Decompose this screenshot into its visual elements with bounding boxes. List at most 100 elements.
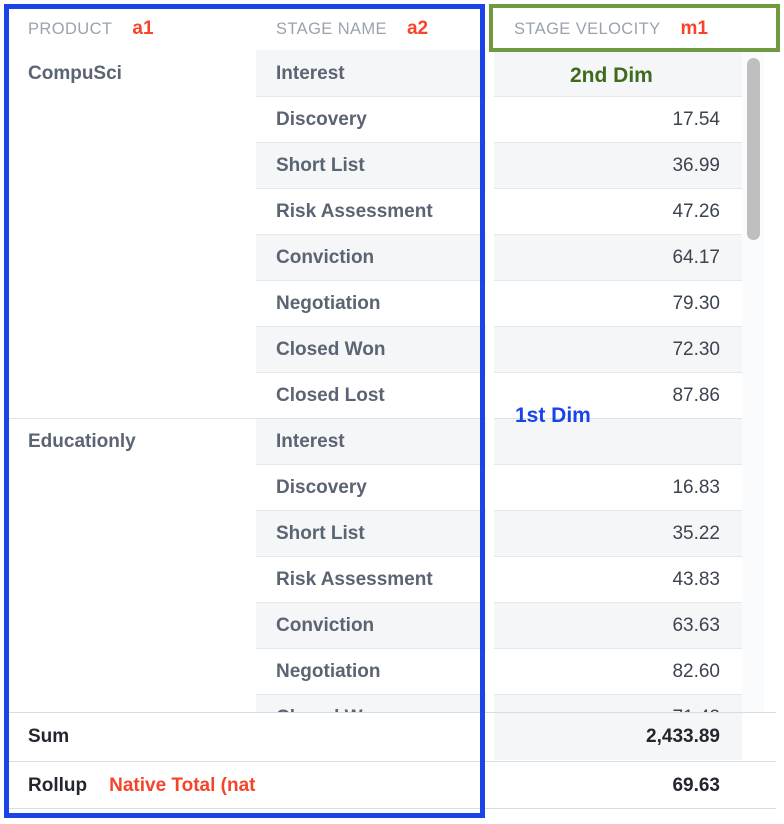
table-body-scroll-area[interactable]: CompuSci Interest Discovery 17.54 Short List… [8,50,776,712]
cell-stage-velocity: 79.30 [494,280,742,326]
cell-stage-name: Conviction [256,602,486,648]
table-row[interactable]: Discovery 17.54 [8,96,776,142]
cell-stage-name: Short List [256,142,486,188]
footer-gutter-sum [486,713,494,760]
cell-product [8,326,256,372]
cell-product [8,510,256,556]
table-row[interactable]: CompuSci Interest [8,50,776,96]
row-gutter [486,510,494,556]
footer-rollup-value: 69.63 [494,762,742,809]
footer-row-rollup: Rollup Native Total (nat) 69.63 [8,761,776,810]
column-header-product-label: PRODUCT [28,19,113,38]
cell-stage-velocity: 47.26 [494,188,742,234]
footer-gutter-rollup [486,762,494,809]
row-gutter [486,280,494,326]
row-gutter [486,142,494,188]
column-header-stage-name-label: STAGE NAME [276,19,387,38]
column-header-stage-name[interactable]: STAGE NAME a2 [256,8,486,50]
footer-bottom-divider [8,808,776,809]
column-gutter [486,8,494,50]
cell-stage-name: Discovery [256,96,486,142]
cell-stage-name: Short List [256,510,486,556]
row-gutter [486,234,494,280]
cell-stage-velocity: 36.99 [494,142,742,188]
table-header-row: PRODUCT a1 STAGE NAME a2 STAGE VELOCITY … [8,8,776,50]
annotation-tag-m1: m1 [680,18,708,39]
cell-product [8,556,256,602]
cell-stage-name: Interest [256,50,486,96]
cell-stage-name: Conviction [256,234,486,280]
cell-product: Educationly [8,418,256,464]
cell-stage-name: Closed Lost [256,372,486,418]
footer-sum-label: Sum [8,713,256,760]
table-row[interactable]: Short List 35.22 [8,510,776,556]
cell-stage-name: Risk Assessment [256,556,486,602]
cell-stage-velocity: 16.83 [494,464,742,510]
cell-stage-velocity: 71.42 [494,694,742,712]
row-gutter [486,50,494,96]
table-row[interactable]: Discovery 16.83 [8,464,776,510]
row-gutter [486,326,494,372]
product-name: Educationly [28,430,136,452]
cell-stage-name: Discovery [256,464,486,510]
table-row[interactable]: Closed Won 72.30 [8,326,776,372]
cell-stage-velocity: 17.54 [494,96,742,142]
row-gutter [486,372,494,418]
cell-stage-velocity: 63.63 [494,602,742,648]
cell-product [8,142,256,188]
cell-product [8,280,256,326]
row-gutter [486,556,494,602]
cell-stage-velocity: 43.83 [494,556,742,602]
column-header-product[interactable]: PRODUCT a1 [8,8,256,50]
table-row[interactable]: Closed Lost 87.86 [8,372,776,418]
cell-stage-name: Negotiation [256,648,486,694]
footer-rollup-label: Rollup [28,774,88,796]
cell-product [8,234,256,280]
cell-stage-name: Interest [256,418,486,464]
cell-product [8,188,256,234]
cell-stage-velocity: 82.60 [494,648,742,694]
cell-product [8,96,256,142]
cell-stage-velocity: 35.22 [494,510,742,556]
table-footer: Sum 2,433.89 Rollup Native Total (nat) 6… [8,712,776,810]
column-header-stage-velocity[interactable]: STAGE VELOCITY m1 [494,8,742,50]
table-row[interactable]: Risk Assessment 47.26 [8,188,776,234]
table-rows-container: CompuSci Interest Discovery 17.54 Short List… [8,50,776,712]
cell-product [8,602,256,648]
row-gutter [486,96,494,142]
product-name: CompuSci [28,62,122,84]
cell-stage-velocity: 64.17 [494,234,742,280]
table-row[interactable]: Risk Assessment 43.83 [8,556,776,602]
cell-product: CompuSci [8,50,256,96]
annotation-tag-a1: a1 [132,18,154,39]
footer-rollup-spacer [256,762,486,809]
annotation-label-first-dim: 1st Dim [515,404,591,427]
table-row[interactable]: Negotiation 79.30 [8,280,776,326]
cell-stage-name: Risk Assessment [256,188,486,234]
cell-product [8,464,256,510]
cell-stage-name: Closed Won [256,694,486,712]
cell-stage-velocity: 72.30 [494,326,742,372]
table-row[interactable]: Educationly Interest [8,418,776,464]
row-gutter [486,602,494,648]
cell-product [8,694,256,712]
footer-rollup-label-cell: Rollup Native Total (nat) [8,762,262,809]
row-gutter [486,648,494,694]
row-gutter [486,694,494,712]
table-row[interactable]: Negotiation 82.60 [8,648,776,694]
cell-stage-name: Closed Won [256,326,486,372]
footer-sum-value: 2,433.89 [494,713,742,760]
cell-product [8,372,256,418]
pivot-table: PRODUCT a1 STAGE NAME a2 STAGE VELOCITY … [0,0,784,824]
vertical-scrollbar-thumb[interactable] [747,58,760,240]
table-row[interactable]: Closed Won 71.42 [8,694,776,712]
row-gutter [486,418,494,464]
table-row[interactable]: Short List 36.99 [8,142,776,188]
footer-sum-spacer [256,713,486,760]
annotation-tag-a2: a2 [406,18,429,39]
table-row[interactable]: Conviction 63.63 [8,602,776,648]
column-header-stage-velocity-label: STAGE VELOCITY [514,19,661,38]
annotation-label-second-dim: 2nd Dim [570,64,653,87]
table-row[interactable]: Conviction 64.17 [8,234,776,280]
cell-stage-name: Negotiation [256,280,486,326]
